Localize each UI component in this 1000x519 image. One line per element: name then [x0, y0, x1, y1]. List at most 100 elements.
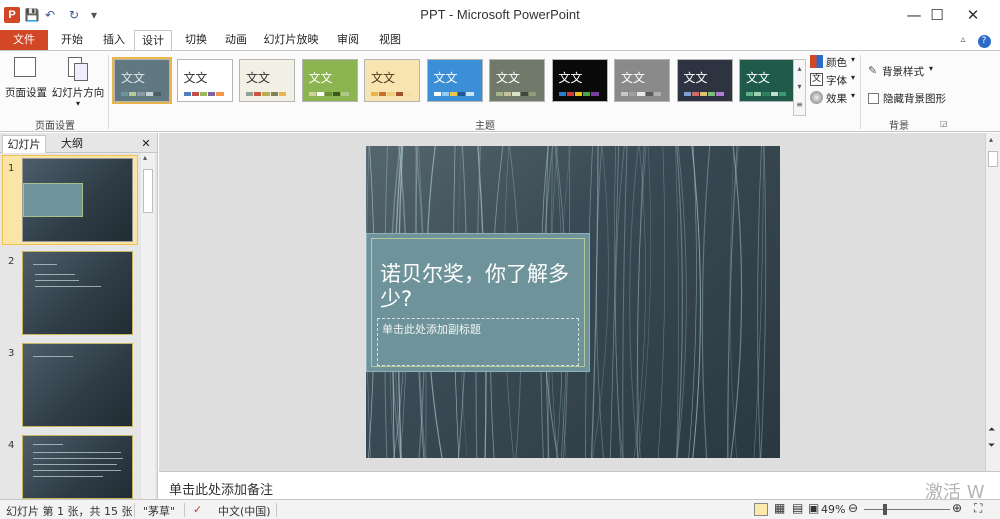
tab-insert[interactable]: 插入	[94, 30, 134, 50]
theme-thumbnail[interactable]: 文文	[614, 59, 670, 102]
dialog-launcher-icon[interactable]: ◲	[940, 119, 948, 128]
background-line	[590, 146, 599, 458]
status-divider	[134, 503, 135, 517]
thumb-number: 2	[8, 256, 15, 267]
scroll-up-icon[interactable]: ▴	[989, 135, 993, 144]
zoom-level[interactable]: 49%	[821, 503, 845, 516]
theme-sample-text: 文文	[496, 71, 521, 85]
slide-thumbnail-2[interactable]	[22, 251, 133, 335]
background-line	[757, 146, 762, 458]
tab-design[interactable]: 设计	[134, 30, 172, 51]
slide-canvas[interactable]: 诺贝尔奖，你了解多少? 单击此处添加副标题	[366, 146, 780, 458]
theme-thumbnail[interactable]: 文文	[301, 59, 358, 102]
theme-thumbnail[interactable]: 文文	[551, 59, 608, 102]
slide-title[interactable]: 诺贝尔奖，你了解多少?	[380, 262, 580, 312]
theme-color-bars	[496, 92, 537, 96]
theme-thumbnail[interactable]: 文文	[364, 59, 420, 102]
effects-button[interactable]: 效果	[826, 91, 847, 106]
collapse-ribbon-icon[interactable]: ▵	[954, 30, 972, 50]
theme-color-bars	[121, 92, 162, 96]
thumb-text-line	[33, 464, 117, 465]
slide-vertical-scrollbar[interactable]: ▴ ⏶ ⏷	[985, 133, 1000, 471]
close-pane-icon[interactable]: ✕	[138, 135, 154, 153]
tab-file[interactable]: 文件	[0, 30, 48, 50]
theme-sample-text: 文文	[746, 71, 771, 85]
theme-color-bars	[308, 92, 349, 96]
thumb-text-line	[33, 356, 73, 357]
background-styles-dropdown-icon[interactable]: ▾	[929, 64, 933, 73]
slide-thumbnail-4[interactable]	[22, 435, 133, 499]
ribbon-divider	[860, 55, 861, 129]
status-divider	[184, 503, 185, 517]
thumbnails-scrollbar[interactable]: ▴	[141, 153, 155, 499]
zoom-slider-track[interactable]	[864, 509, 950, 510]
thumb-number: 3	[8, 348, 15, 359]
title-box: 诺贝尔奖，你了解多少? 单击此处添加副标题	[366, 233, 590, 372]
tab-transitions[interactable]: 切换	[176, 30, 216, 50]
colors-button[interactable]: 颜色	[826, 55, 847, 70]
status-bar: 幻灯片 第 1 张，共 15 张 "茅草" ✓ 中文(中国) ▦ ▤ ▣ 49%…	[0, 499, 1000, 519]
background-styles-button[interactable]: 背景样式	[882, 64, 924, 79]
tab-slideshow[interactable]: 幻灯片放映	[258, 30, 324, 50]
colors-dropdown-icon[interactable]: ▾	[851, 55, 855, 64]
page-setup-button[interactable]: 页面设置	[2, 85, 50, 100]
tab-review[interactable]: 审阅	[328, 30, 368, 50]
zoom-in-icon[interactable]: ⊕	[952, 501, 962, 515]
theme-thumbnail[interactable]: 文文	[676, 59, 733, 102]
theme-thumbnail[interactable]: 文文	[176, 59, 233, 102]
hide-background-checkbox[interactable]	[868, 93, 879, 104]
tab-outline[interactable]: 大纲	[50, 135, 94, 153]
theme-sample-text: 文文	[621, 71, 646, 85]
help-icon[interactable]: ?	[974, 30, 994, 50]
language-label[interactable]: 中文(中国)	[218, 503, 271, 519]
reading-view-icon[interactable]: ▤	[792, 501, 803, 515]
effects-dropdown-icon[interactable]: ▾	[851, 91, 855, 100]
slide-orientation-icon-back	[74, 63, 88, 81]
slide-thumbnail-1[interactable]	[22, 158, 133, 242]
background-line	[638, 146, 652, 458]
themes-group-label: 主题	[475, 121, 495, 132]
scroll-up-icon[interactable]: ▴	[143, 153, 147, 162]
thumb-number: 1	[8, 163, 15, 174]
slide-orientation-dropdown-icon[interactable]: ▾	[50, 99, 106, 108]
zoom-slider-handle[interactable]	[883, 504, 888, 515]
page-setup-group-label: 页面设置	[35, 121, 75, 132]
theme-sample-text: 文文	[558, 71, 583, 85]
themes-scroll[interactable]: ▴ ▾ ≡	[793, 59, 806, 116]
slide-thumbnail-3[interactable]	[22, 343, 133, 427]
theme-color-bars	[558, 92, 599, 96]
next-slide-icon[interactable]: ⏷	[988, 441, 995, 451]
slide-orientation-button[interactable]: 幻灯片方向	[50, 85, 106, 100]
theme-thumbnail[interactable]: 文文	[739, 59, 795, 102]
spelling-icon[interactable]: ✓	[193, 503, 202, 516]
tab-animations[interactable]: 动画	[216, 30, 256, 50]
theme-thumbnail[interactable]: 文文	[426, 59, 483, 102]
tab-home[interactable]: 开始	[52, 30, 92, 50]
tab-slides[interactable]: 幻灯片	[2, 135, 46, 153]
notes-pane[interactable]: 单击此处添加备注	[159, 471, 1000, 499]
thumb-text-line	[35, 274, 75, 275]
close-button[interactable]: ✕	[950, 0, 996, 30]
theme-thumbnail[interactable]: 文文	[489, 59, 545, 102]
slide-sorter-icon[interactable]: ▦	[774, 501, 785, 515]
slideshow-icon[interactable]: ▣	[808, 501, 819, 515]
background-line	[657, 146, 666, 458]
subtitle-placeholder-text: 单击此处添加副标题	[382, 323, 481, 336]
page-setup-icon[interactable]	[14, 57, 36, 77]
subtitle-placeholder[interactable]: 单击此处添加副标题	[377, 318, 579, 366]
fonts-button[interactable]: 字体	[826, 73, 847, 88]
background-line	[730, 146, 743, 458]
thumb-text-line	[33, 452, 121, 453]
zoom-out-icon[interactable]: ⊖	[848, 501, 858, 515]
previous-slide-icon[interactable]: ⏶	[988, 425, 995, 435]
theme-sample-text: 文文	[371, 71, 396, 85]
theme-thumbnail[interactable]: 文文	[239, 59, 295, 102]
scroll-thumb[interactable]	[143, 169, 153, 213]
scroll-thumb[interactable]	[988, 151, 998, 167]
tab-view[interactable]: 视图	[370, 30, 410, 50]
normal-view-icon[interactable]	[754, 503, 768, 516]
pane-tabs: 幻灯片 大纲 ✕	[0, 133, 158, 153]
fit-to-window-icon[interactable]: ⛶	[974, 501, 982, 516]
theme-thumbnail[interactable]: 文文	[112, 57, 172, 104]
fonts-dropdown-icon[interactable]: ▾	[851, 73, 855, 82]
